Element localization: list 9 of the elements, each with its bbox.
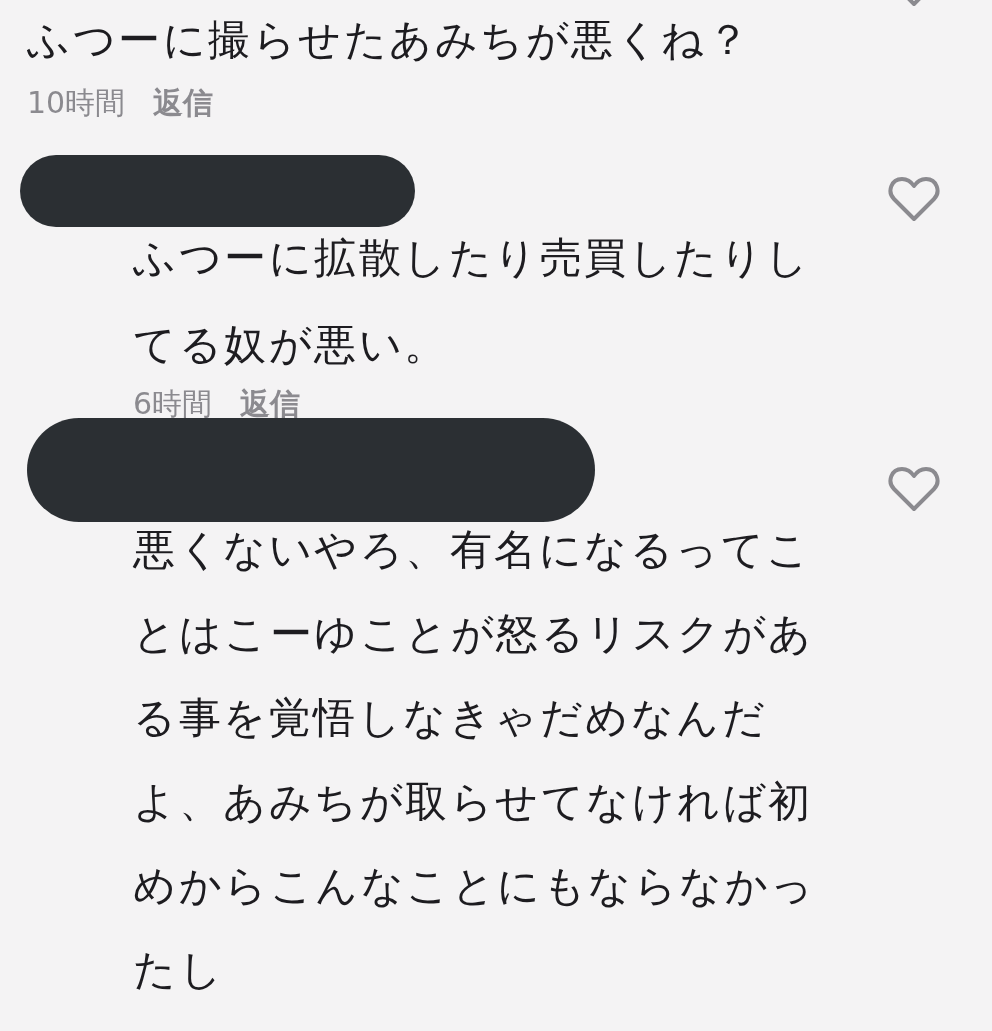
reply-link[interactable]: 返信 xyxy=(153,83,214,123)
reply-text: ふつーに拡散したり売買したりしてる奴が悪い。 xyxy=(133,232,812,371)
comment-time: 10時間 xyxy=(27,84,126,122)
reply-text: 悪くないやろ、有名になるってことはこーゆことが怒るリスクがある事を覚悟しなきゃだめなんだよ、あみちが取らせてなければ初めからこんなことにもならなかったし xyxy=(133,524,817,996)
heart-icon[interactable] xyxy=(888,465,940,512)
reply-time: 6時間 xyxy=(133,388,213,420)
reply-link[interactable]: 返信 xyxy=(240,388,301,420)
comment-text: ふつーに撮らせたあみちが悪くね？ xyxy=(27,14,752,66)
heart-icon[interactable] xyxy=(888,175,940,222)
